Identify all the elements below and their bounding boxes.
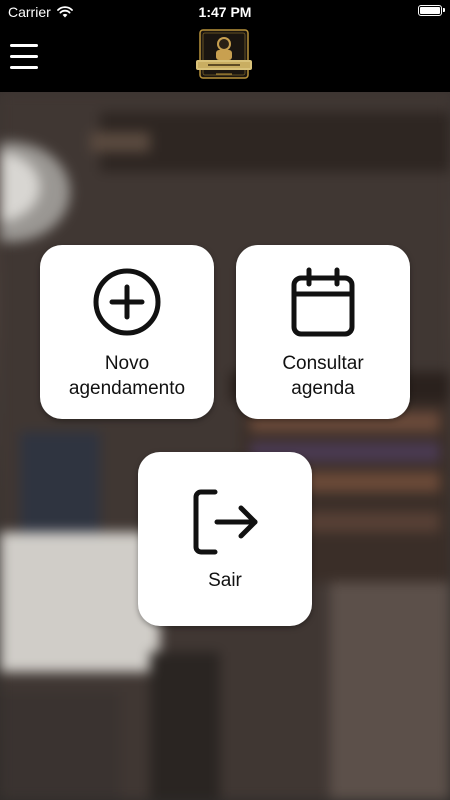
logout-icon: [193, 489, 258, 555]
new-appointment-card[interactable]: Novo agendamento: [40, 245, 214, 419]
logout-label-text: Sair: [208, 570, 242, 591]
plus-circle-icon: [93, 268, 161, 336]
app-screen: Carrier 1:47 PM Novo agendamento Consult…: [0, 0, 450, 800]
new-appointment-label: Novo agendamento: [40, 351, 214, 401]
status-time: 1:47 PM: [198, 4, 252, 20]
status-bar: Carrier 1:47 PM: [0, 0, 450, 24]
view-schedule-card[interactable]: Consultar agenda: [236, 245, 410, 419]
menu-button[interactable]: [10, 44, 38, 70]
new-appointment-label-line2: agendamento: [68, 378, 186, 399]
barbershop-background-image: [0, 92, 450, 800]
battery-icon: [418, 5, 445, 16]
app-header: [0, 24, 450, 92]
calendar-icon: [291, 267, 355, 337]
logout-label: Sair: [138, 568, 312, 593]
menu-bar-top: [10, 44, 38, 47]
menu-bar-middle: [10, 55, 38, 58]
barbershop-logo: [196, 29, 252, 79]
view-schedule-label-line1: Consultar: [282, 353, 364, 374]
logout-card[interactable]: Sair: [138, 452, 312, 626]
view-schedule-label: Consultar agenda: [236, 351, 410, 401]
new-appointment-label-line1: Novo: [104, 353, 150, 374]
view-schedule-label-line2: agenda: [291, 378, 355, 399]
menu-bar-bottom: [10, 66, 38, 69]
